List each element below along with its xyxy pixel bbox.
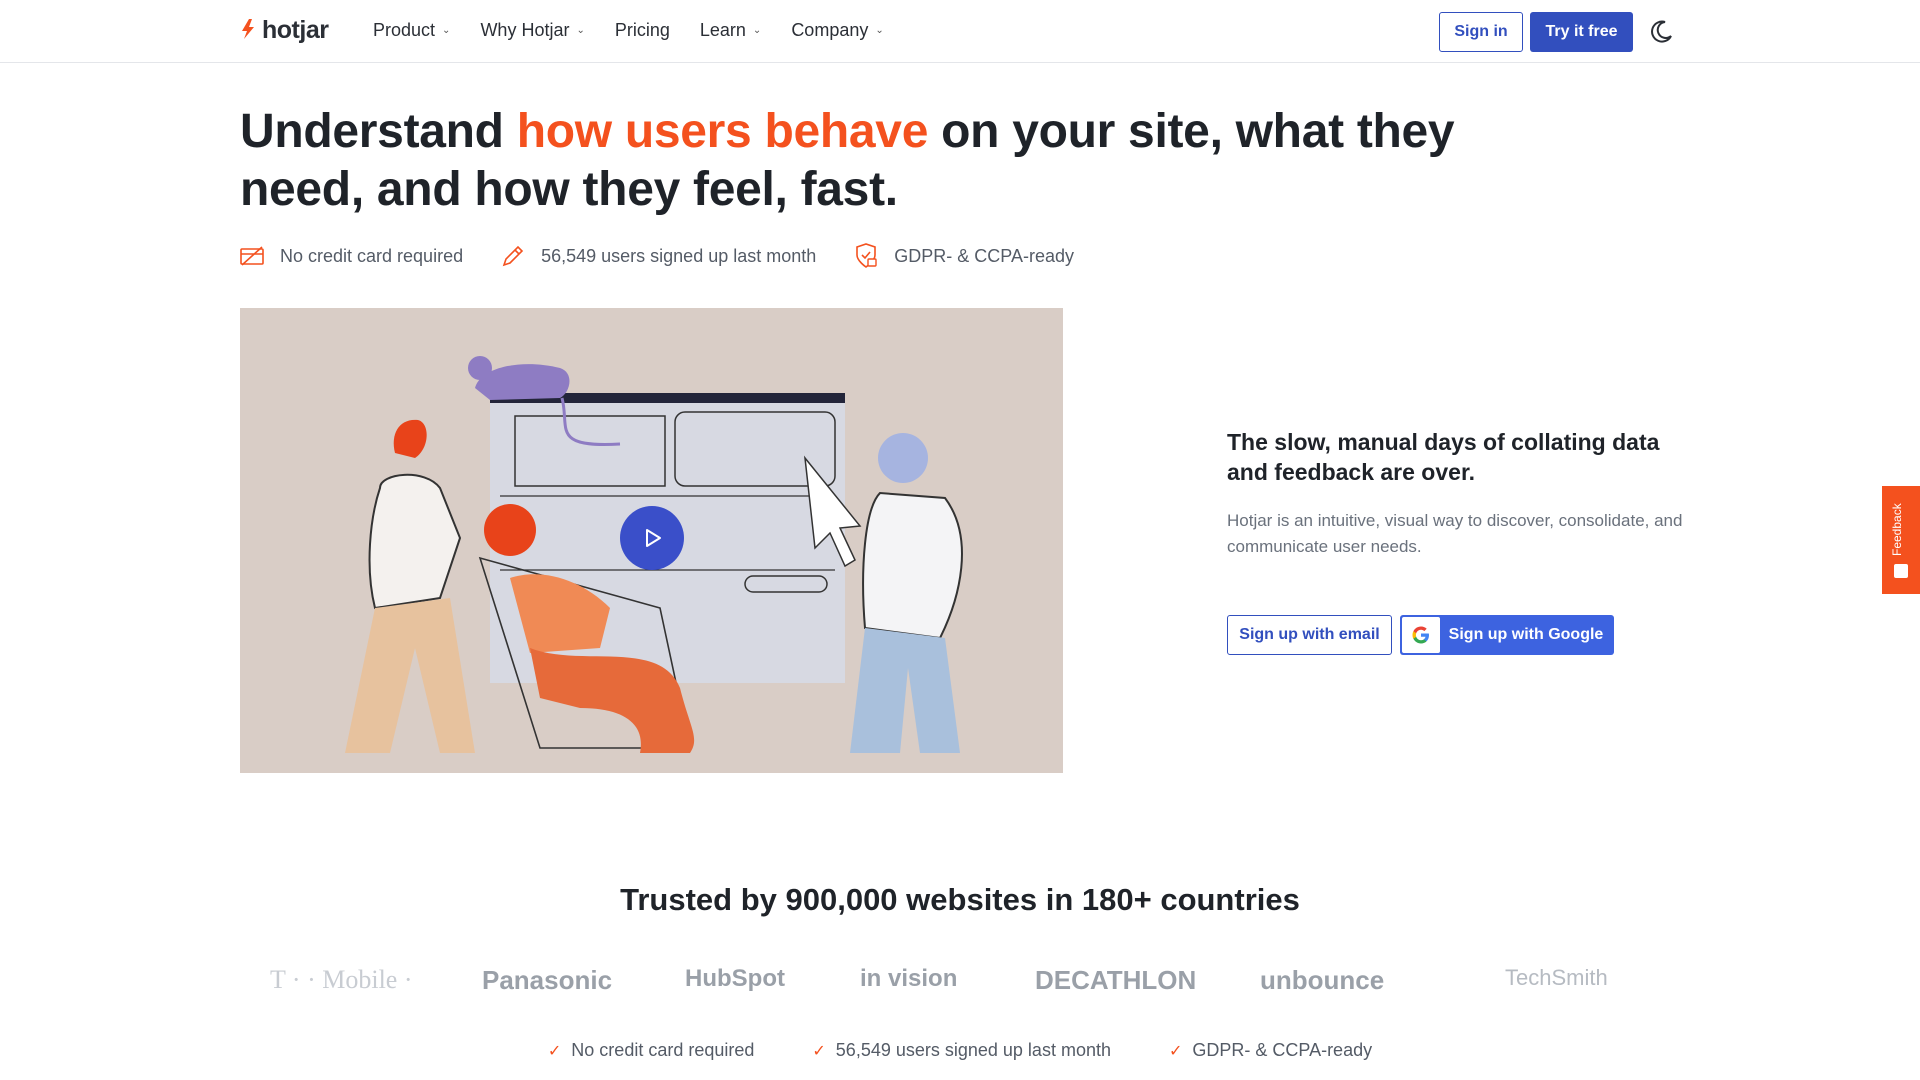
badge-no-card: No credit card required bbox=[240, 243, 463, 269]
nav-pricing[interactable]: Pricing bbox=[615, 20, 670, 41]
check-gdpr-text: GDPR- & CCPA-ready bbox=[1192, 1040, 1373, 1060]
badge-no-card-text: No credit card required bbox=[280, 245, 464, 266]
main-nav: Product ⌄ Why Hotjar ⌄ Pricing Learn ⌄ C… bbox=[373, 20, 884, 41]
check-no-card-text: No credit card required bbox=[571, 1040, 755, 1060]
chevron-down-icon: ⌄ bbox=[442, 25, 451, 36]
trusted-title: Trusted by 900,000 websites in 180+ coun… bbox=[620, 882, 1300, 917]
feedback-label: Feedback bbox=[1890, 503, 1904, 556]
chevron-down-icon: ⌄ bbox=[875, 25, 884, 36]
bottom-checks: ✓ No credit card required ✓ 56,549 users… bbox=[0, 1040, 1920, 1061]
feedback-icon bbox=[1894, 564, 1908, 578]
chevron-down-icon: ⌄ bbox=[752, 25, 762, 36]
panasonic-logo: Panasonic bbox=[482, 965, 613, 995]
shield-lock-icon bbox=[856, 243, 877, 268]
hotjar-logo[interactable]: hotjar bbox=[240, 16, 329, 45]
customer-logos: T · · Mobile · Panasonic HubSpot in visi… bbox=[240, 955, 1680, 1005]
unbounce-logo: unbounce bbox=[1260, 965, 1385, 995]
credit-card-off-icon bbox=[240, 246, 264, 266]
badge-gdpr-text: GDPR- & CCPA-ready bbox=[894, 245, 1074, 266]
chevron-down-icon: ⌄ bbox=[576, 25, 585, 36]
nav-why-hotjar[interactable]: Why Hotjar ⌄ bbox=[480, 20, 584, 41]
site-header: hotjar Product ⌄ Why Hotjar ⌄ Pricing Le… bbox=[0, 0, 1920, 63]
sign-up-email-button[interactable]: Sign up with email bbox=[1227, 615, 1392, 655]
hubspot-logo: HubSpot bbox=[685, 965, 785, 992]
nav-why-hotjar-label: Why Hotjar bbox=[480, 20, 570, 40]
check-no-card: ✓ No credit card required bbox=[548, 1040, 755, 1061]
hero-badges: No credit card required 56,549 users sig… bbox=[240, 243, 1112, 269]
logo-text: hotjar bbox=[262, 16, 329, 44]
tmobile-logo: T · · Mobile · bbox=[270, 965, 413, 994]
moon-icon[interactable] bbox=[1648, 19, 1674, 45]
techsmith-logo: TechSmith bbox=[1505, 965, 1608, 990]
play-button[interactable] bbox=[620, 506, 684, 570]
badge-gdpr: GDPR- & CCPA-ready bbox=[854, 243, 1074, 269]
check-signups-text: 56,549 users signed up last month bbox=[835, 1040, 1111, 1060]
sign-in-button[interactable]: Sign in bbox=[1439, 12, 1523, 52]
check-icon: ✓ bbox=[812, 1042, 826, 1060]
check-icon: ✓ bbox=[1168, 1042, 1183, 1060]
play-icon bbox=[646, 529, 661, 547]
sign-up-google-label: Sign up with Google bbox=[1448, 626, 1604, 643]
check-icon: ✓ bbox=[547, 1042, 562, 1060]
nav-learn[interactable]: Learn ⌄ bbox=[700, 20, 761, 41]
sign-up-google-button[interactable]: Sign up with Google bbox=[1400, 615, 1614, 655]
pencil-icon bbox=[502, 245, 524, 267]
badge-signups-text: 56,549 users signed up last month bbox=[541, 245, 817, 266]
nav-product-label: Product bbox=[373, 20, 436, 40]
decathlon-logo: DECATHLON bbox=[1035, 965, 1197, 995]
side-title: The slow, manual days of collating data … bbox=[1227, 429, 1660, 485]
try-it-free-button[interactable]: Try it free bbox=[1530, 12, 1633, 52]
hotjar-logo-icon bbox=[242, 18, 254, 39]
nav-product[interactable]: Product ⌄ bbox=[373, 20, 450, 41]
check-gdpr: ✓ GDPR- & CCPA-ready bbox=[1169, 1040, 1372, 1061]
feedback-tab[interactable]: Feedback bbox=[1882, 486, 1920, 594]
headline-accent: how users behave bbox=[516, 105, 929, 158]
side-description: Hotjar is an intuitive, visual way to di… bbox=[1227, 511, 1683, 556]
invision-logo: in vision bbox=[860, 965, 958, 992]
nav-pricing-label: Pricing bbox=[614, 20, 670, 40]
nav-company[interactable]: Company ⌄ bbox=[791, 20, 883, 41]
check-signups: ✓ 56,549 users signed up last month bbox=[812, 1040, 1111, 1061]
headline-pre: Understand bbox=[240, 105, 517, 158]
hero-headline: Understand how users behave on your site… bbox=[240, 103, 1500, 219]
nav-company-label: Company bbox=[791, 20, 869, 40]
nav-learn-label: Learn bbox=[699, 20, 746, 40]
badge-signups: 56,549 users signed up last month bbox=[501, 243, 816, 269]
google-icon bbox=[1402, 617, 1440, 653]
